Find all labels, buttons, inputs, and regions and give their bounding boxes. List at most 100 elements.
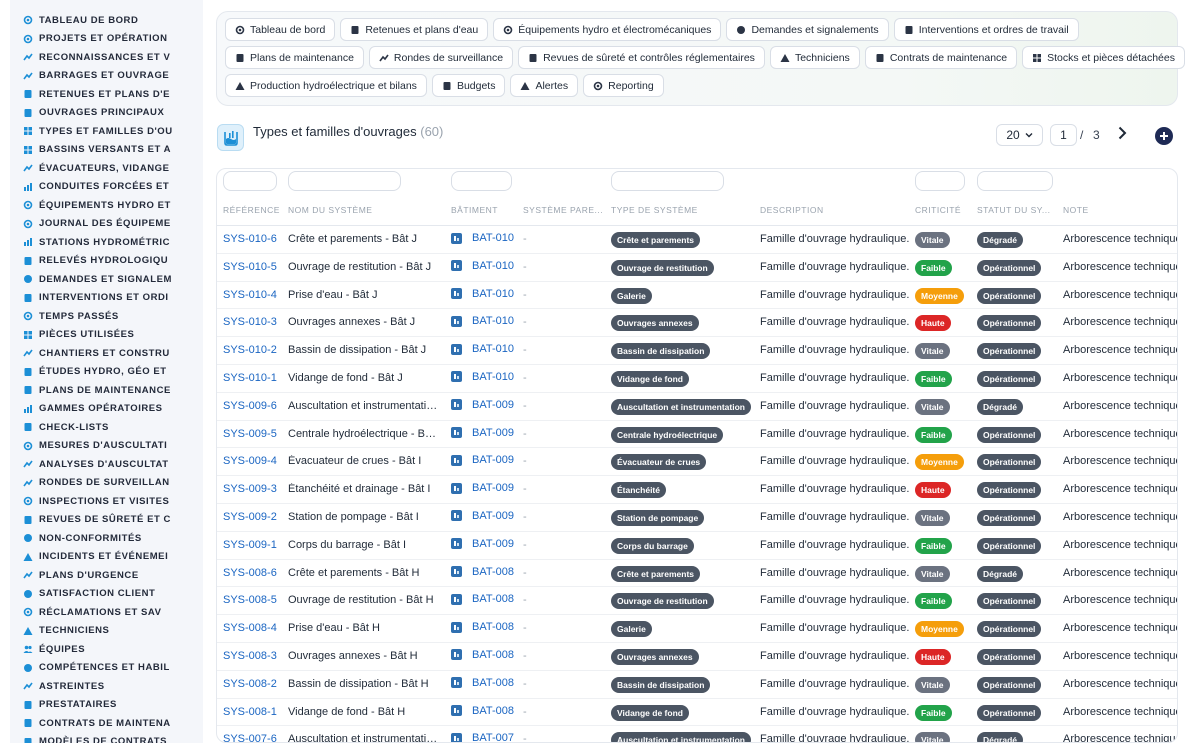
sidebar-item-reclamations-et-sav[interactable]: RÉCLAMATIONS ET SAV: [10, 603, 203, 622]
sidebar-item-inspections-et-visites[interactable]: INSPECTIONS ET VISITES: [10, 492, 203, 511]
column-header-parent[interactable]: SYSTÈME PARE...: [523, 205, 603, 215]
table-row[interactable]: SYS-008-1 Vidange de fond - Bât H BAT-008-…: [217, 699, 1177, 727]
nav-button-demandes-et-signalements[interactable]: Demandes et signalements: [726, 18, 889, 41]
sidebar-item-mesures-d-auscultati[interactable]: MESURES D'AUSCULTATI: [10, 437, 203, 456]
column-header-building[interactable]: BÂTIMENT: [451, 205, 498, 215]
sidebar-item-revues-de-surete-et-c[interactable]: REVUES DE SÛRETÉ ET C: [10, 511, 203, 530]
cell-reference-link[interactable]: SYS-008-4: [223, 622, 277, 634]
cell-building-link[interactable]: BAT-009: [451, 454, 514, 466]
filter-type-input[interactable]: [611, 171, 724, 191]
filter-criticity-input[interactable]: [915, 171, 965, 191]
column-header-note[interactable]: NOTE: [1063, 205, 1089, 215]
cell-building-link[interactable]: BAT-010: [451, 288, 514, 300]
table-row[interactable]: SYS-010-6 Crête et parements - Bât J BAT-0…: [217, 226, 1177, 254]
cell-building-link[interactable]: BAT-008: [451, 649, 514, 661]
sidebar-item-modeles-de-contrats[interactable]: MODÈLES DE CONTRATS: [10, 733, 203, 743]
nav-button-plans-de-maintenance[interactable]: Plans de maintenance: [225, 46, 364, 69]
sidebar-item-plans-d-urgence[interactable]: PLANS D'URGENCE: [10, 566, 203, 585]
table-row[interactable]: SYS-008-5 Ouvrage de restitution - Bât H B…: [217, 587, 1177, 616]
nav-button-interventions-et-ordres-de-travail[interactable]: Interventions et ordres de travail: [893, 18, 1079, 41]
filter-building-input[interactable]: [451, 171, 512, 191]
cell-reference-link[interactable]: SYS-009-1: [223, 539, 277, 551]
nav-button-stocks-et-pieces-detachees[interactable]: Stocks et pièces détachées: [1022, 46, 1185, 69]
table-row[interactable]: SYS-010-1 Vidange de fond - Bât J BAT-010-…: [217, 365, 1177, 393]
table-row[interactable]: SYS-009-1 Corps du barrage - Bât I BAT-009…: [217, 532, 1177, 560]
nav-button-alertes[interactable]: Alertes: [510, 74, 579, 97]
table-row[interactable]: SYS-009-2 Station de pompage - Bât I BAT-0…: [217, 504, 1177, 532]
nav-button-rondes-de-surveillance[interactable]: Rondes de surveillance: [368, 46, 514, 69]
table-row[interactable]: SYS-010-4 Prise d'eau - Bât J BAT-010- Gale…: [217, 282, 1177, 310]
cell-building-link[interactable]: BAT-008: [451, 593, 514, 605]
cell-building-link[interactable]: BAT-009: [451, 399, 514, 411]
sidebar-item-demandes-et-signalem[interactable]: DEMANDES ET SIGNALEM: [10, 270, 203, 289]
sidebar-item-retenues-et-plans-d-e[interactable]: RETENUES ET PLANS D'E: [10, 85, 203, 104]
nav-button-equipements-hydro-et-electromecaniques[interactable]: Équipements hydro et électromécaniques: [493, 18, 722, 41]
sidebar-item-ouvrages-principaux[interactable]: OUVRAGES PRINCIPAUX: [10, 104, 203, 123]
cell-reference-link[interactable]: SYS-008-5: [223, 594, 277, 606]
table-row[interactable]: SYS-007-6 Auscultation et instrumentation…: [217, 726, 1177, 742]
cell-building-link[interactable]: BAT-010: [451, 232, 514, 244]
column-header-name[interactable]: NOM DU SYSTÈME: [288, 205, 372, 215]
sidebar-item-etudes-hydro-geo-et[interactable]: ÉTUDES HYDRO, GÉO ET: [10, 363, 203, 382]
column-header-reference[interactable]: RÉFÉRENCE: [223, 205, 280, 215]
table-row[interactable]: SYS-008-4 Prise d'eau - Bât H BAT-008- Gale…: [217, 615, 1177, 643]
sidebar-item-non-conformites[interactable]: NON-CONFORMITÉS: [10, 529, 203, 548]
sidebar-item-temps-passes[interactable]: TEMPS PASSÉS: [10, 307, 203, 326]
table-row[interactable]: SYS-009-4 Évacuateur de crues - Bât I BAT-…: [217, 448, 1177, 477]
page-size-select[interactable]: 20: [996, 124, 1043, 146]
cell-reference-link[interactable]: SYS-010-5: [223, 261, 277, 273]
nav-button-production-hydroelectrique-et-bilans[interactable]: Production hydroélectrique et bilans: [225, 74, 427, 97]
sidebar-item-chantiers-et-constru[interactable]: CHANTIERS ET CONSTRU: [10, 344, 203, 363]
column-header-type[interactable]: TYPE DE SYSTÈME: [611, 205, 698, 215]
sidebar-item-pieces-utilisees[interactable]: PIÈCES UTILISÉES: [10, 326, 203, 345]
cell-reference-link[interactable]: SYS-008-6: [223, 567, 277, 579]
cell-building-link[interactable]: BAT-008: [451, 677, 514, 689]
cell-reference-link[interactable]: SYS-007-6: [223, 733, 277, 742]
cell-building-link[interactable]: BAT-009: [451, 482, 514, 494]
cell-building-link[interactable]: BAT-008: [451, 566, 514, 578]
nav-button-contrats-de-maintenance[interactable]: Contrats de maintenance: [864, 46, 1018, 69]
cell-reference-link[interactable]: SYS-009-2: [223, 511, 277, 523]
nav-button-techniciens[interactable]: Techniciens: [769, 46, 860, 69]
sidebar-item-barrages-et-ouvrage[interactable]: BARRAGES ET OUVRAGE: [10, 67, 203, 86]
next-page-icon[interactable]: [1115, 126, 1129, 140]
sidebar-item-competences-et-habil[interactable]: COMPÉTENCES ET HABIL: [10, 659, 203, 678]
sidebar-item-techniciens[interactable]: TECHNICIENS: [10, 622, 203, 641]
table-row[interactable]: SYS-009-5 Centrale hydroélectrique - Bât …: [217, 421, 1177, 449]
sidebar-item-equipes[interactable]: ÉQUIPES: [10, 640, 203, 659]
sidebar-item-satisfaction-client[interactable]: SATISFACTION CLIENT: [10, 585, 203, 604]
table-row[interactable]: SYS-010-3 Ouvrages annexes - Bât J BAT-010…: [217, 309, 1177, 338]
column-header-status[interactable]: STATUT DU SY...: [977, 205, 1057, 215]
sidebar-item-interventions-et-ordi[interactable]: INTERVENTIONS ET ORDI: [10, 289, 203, 308]
cell-reference-link[interactable]: SYS-010-6: [223, 233, 277, 245]
sidebar-item-astreintes[interactable]: ASTREINTES: [10, 677, 203, 696]
cell-reference-link[interactable]: SYS-008-3: [223, 650, 277, 662]
sidebar-item-stations-hydrometric[interactable]: STATIONS HYDROMÉTRIC: [10, 233, 203, 252]
sidebar-item-projets-et-operation[interactable]: PROJETS ET OPÉRATION: [10, 30, 203, 49]
cell-reference-link[interactable]: SYS-010-1: [223, 372, 277, 384]
table-row[interactable]: SYS-008-2 Bassin de dissipation - Bât H BA…: [217, 671, 1177, 699]
sidebar-item-journal-des-equipeme[interactable]: JOURNAL DES ÉQUIPEME: [10, 215, 203, 234]
cell-building-link[interactable]: BAT-008: [451, 621, 514, 633]
sidebar-item-equipements-hydro-et[interactable]: ÉQUIPEMENTS HYDRO ET: [10, 196, 203, 215]
sidebar-item-gammes-operatoires[interactable]: GAMMES OPÉRATOIRES: [10, 400, 203, 419]
sidebar-item-incidents-et-evenemei[interactable]: INCIDENTS ET ÉVÉNEMEI: [10, 548, 203, 567]
sidebar-item-check-lists[interactable]: CHECK-LISTS: [10, 418, 203, 437]
sidebar-item-releves-hydrologiqu[interactable]: RELEVÉS HYDROLOGIQU: [10, 252, 203, 271]
table-row[interactable]: SYS-008-3 Ouvrages annexes - Bât H BAT-008…: [217, 643, 1177, 671]
nav-button-budgets[interactable]: Budgets: [431, 74, 506, 97]
sidebar-item-analyses-d-auscultat[interactable]: ANALYSES D'AUSCULTAT: [10, 455, 203, 474]
table-row[interactable]: SYS-009-3 Étanchéité et drainage - Bât I B…: [217, 476, 1177, 504]
cell-building-link[interactable]: BAT-010: [451, 260, 514, 272]
cell-reference-link[interactable]: SYS-010-3: [223, 316, 277, 328]
add-record-button[interactable]: [1155, 127, 1173, 145]
cell-building-link[interactable]: BAT-009: [451, 427, 514, 439]
cell-building-link[interactable]: BAT-008: [451, 705, 514, 717]
nav-button-retenues-et-plans-d-eau[interactable]: Retenues et plans d'eau: [340, 18, 489, 41]
sidebar-item-evacuateurs-vidange[interactable]: ÉVACUATEURS, VIDANGE: [10, 159, 203, 178]
filter-name-input[interactable]: [288, 171, 401, 191]
sidebar-item-prestataires[interactable]: PRESTATAIRES: [10, 696, 203, 715]
filter-status-input[interactable]: [977, 171, 1053, 191]
cell-reference-link[interactable]: SYS-008-1: [223, 706, 277, 718]
nav-button-revues-de-surete-et-controles-reglementaires[interactable]: Revues de sûreté et contrôles réglementa…: [518, 46, 765, 69]
